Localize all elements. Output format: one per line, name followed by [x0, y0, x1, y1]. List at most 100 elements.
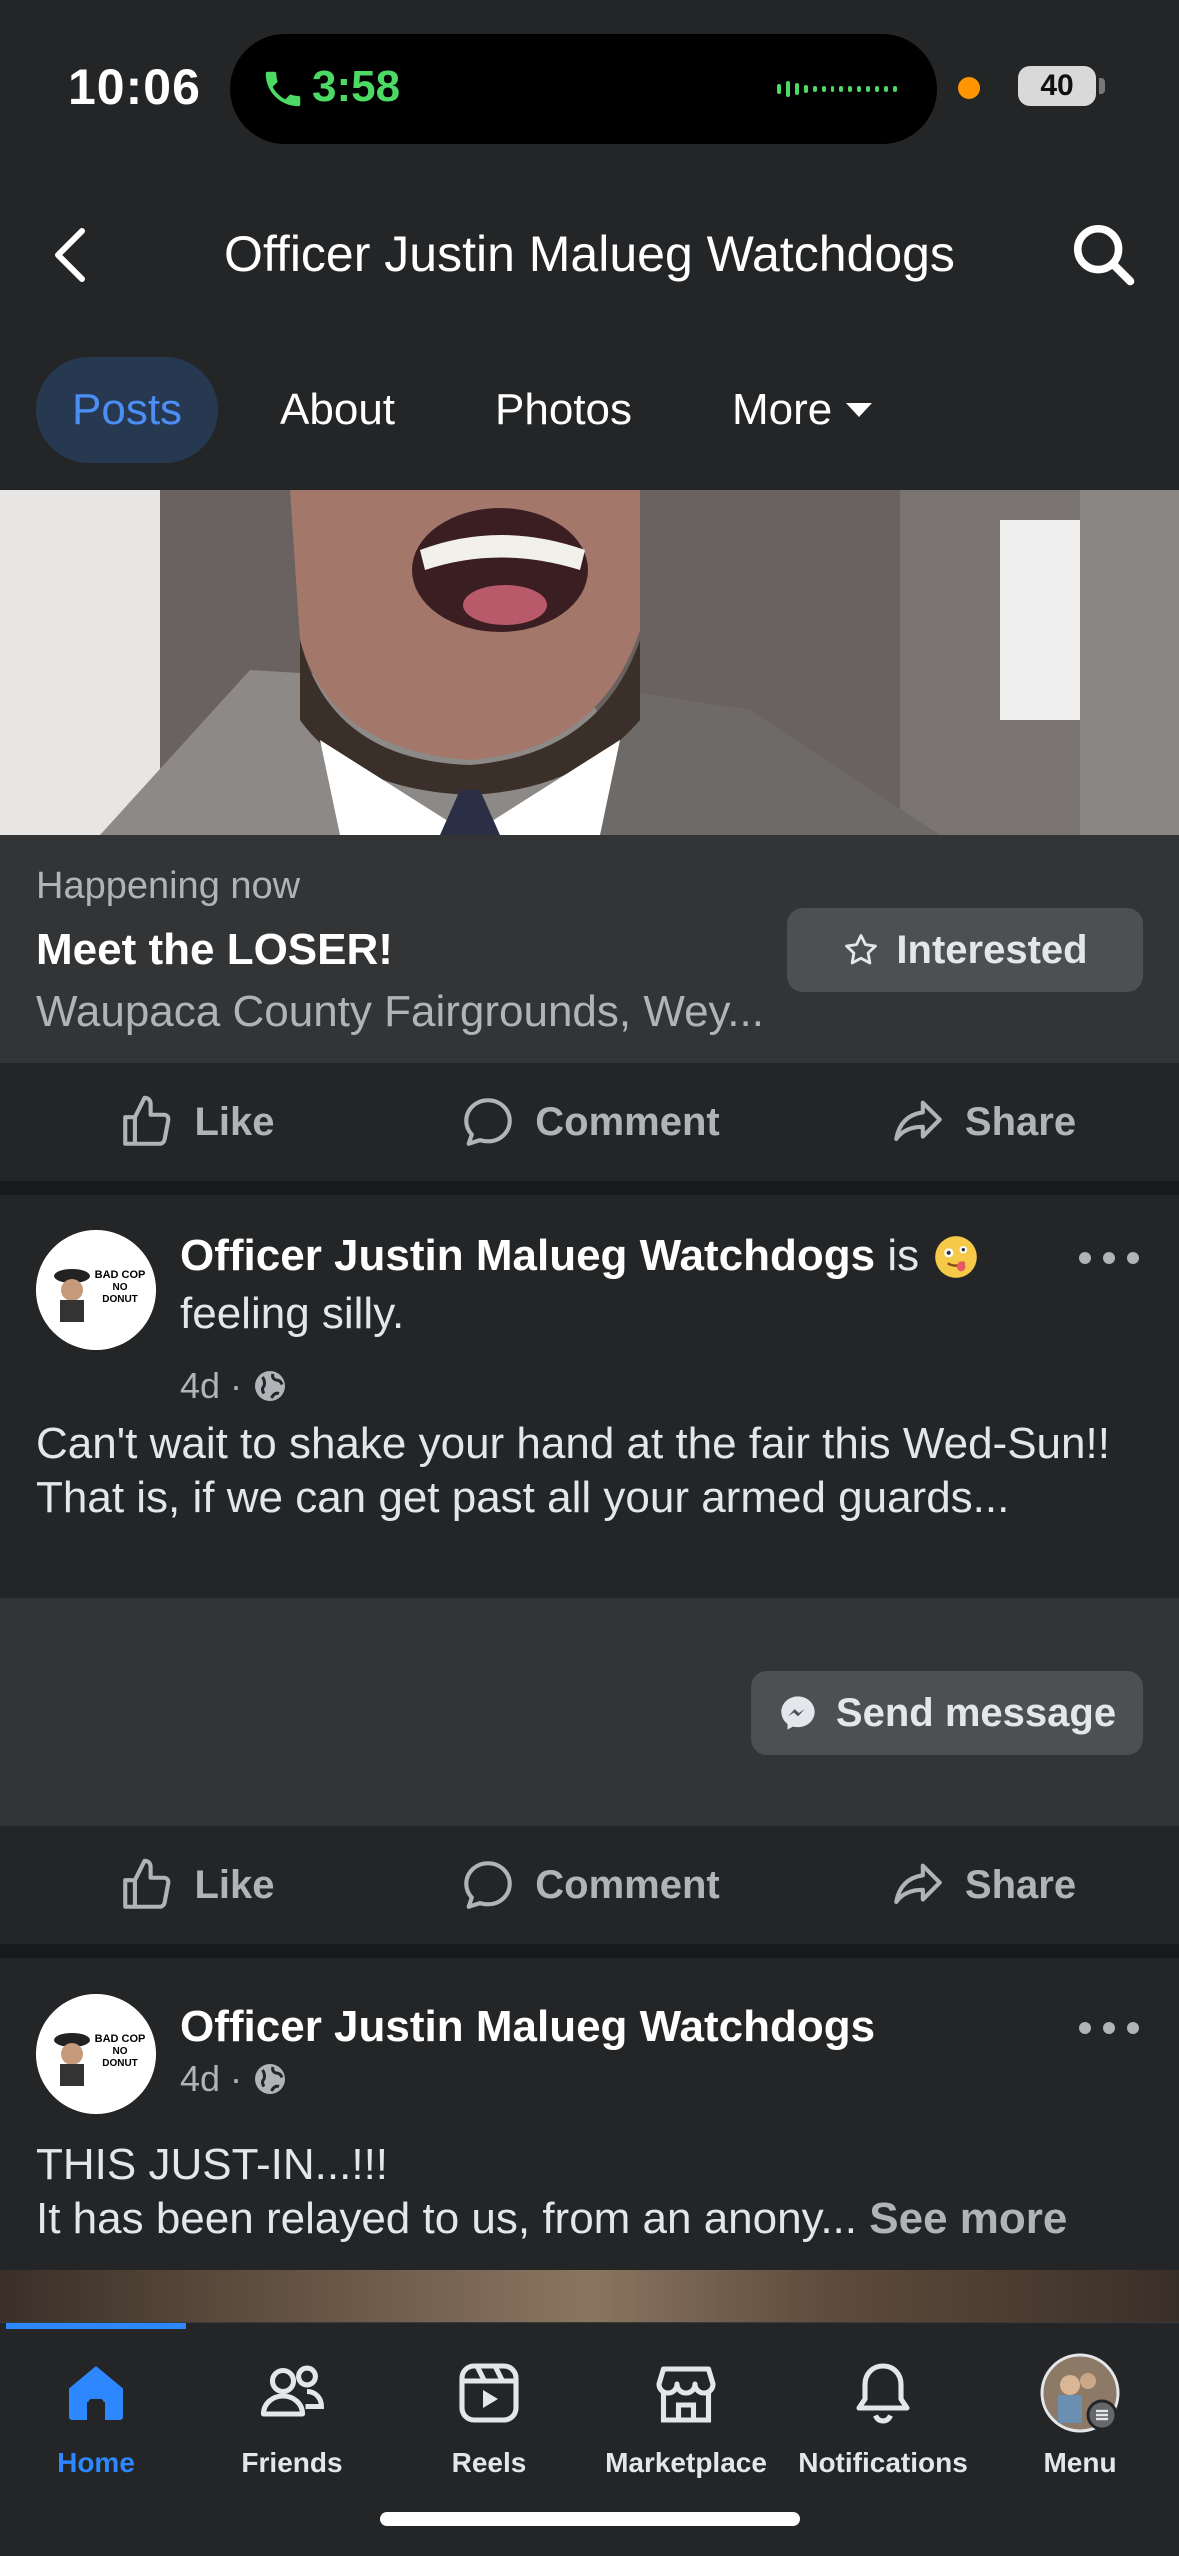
share-button[interactable]: Share [786, 1826, 1179, 1944]
svg-text:NO: NO [113, 2046, 128, 2057]
dynamic-island-call[interactable]: 3:58 [230, 34, 937, 144]
tab-posts[interactable]: Posts [36, 357, 219, 463]
nav-notifications[interactable]: Notifications [785, 2353, 981, 2503]
share-button[interactable]: Share [786, 1063, 1179, 1181]
meta-dot: · [230, 1365, 243, 1406]
post-body-line-2: That is, if we can get past all your arm… [36, 1473, 1010, 1522]
nav-friends[interactable]: Friends [194, 2353, 390, 2503]
dot-icon [1127, 1252, 1139, 1264]
feed-separator [0, 1181, 1179, 1195]
event-card[interactable]: Happening now Meet the LOSER! Waupaca Co… [0, 835, 1179, 1063]
audio-waveform-icon [777, 74, 897, 104]
share-label: Share [964, 1862, 1077, 1907]
nav-label: Menu [1043, 2447, 1117, 2478]
tab-more[interactable]: More [694, 357, 910, 463]
nav-label: Friends [241, 2447, 343, 2478]
dot-icon [1079, 1252, 1091, 1264]
event-location: Waupaca County Fairgrounds, Wey... [36, 987, 764, 1036]
nav-reels[interactable]: Reels [391, 2353, 587, 2503]
tab-photos[interactable]: Photos [457, 357, 670, 463]
page-tabs: Posts About Photos More [36, 357, 934, 463]
caret-down-icon [846, 403, 873, 417]
like-button[interactable]: Like [0, 1063, 393, 1181]
event-action-bar: Like Comment Share [0, 1063, 1179, 1181]
interested-button[interactable]: Interested [787, 908, 1143, 992]
post-meta: 4d · [180, 1365, 288, 1407]
post-age[interactable]: 4d [180, 2058, 220, 2100]
send-message-area: Send message [0, 1598, 1179, 1826]
dot-icon [1127, 2022, 1139, 2034]
post-2-image-preview[interactable] [0, 2270, 1179, 2326]
active-tab-indicator [6, 2323, 186, 2329]
svg-text:BAD COP: BAD COP [95, 1269, 146, 1281]
reels-icon [459, 2363, 519, 2423]
send-message-button[interactable]: Send message [751, 1671, 1143, 1755]
interested-label: Interested [896, 927, 1088, 972]
post-body: Can't wait to shake your hand at the fai… [36, 1417, 1146, 1525]
comment-label: Comment [535, 1862, 720, 1907]
meta-dot: · [230, 2058, 243, 2099]
comment-icon [464, 1098, 513, 1146]
messenger-icon [781, 1696, 815, 1730]
status-time: 10:06 [68, 59, 201, 115]
phone-icon [265, 71, 301, 107]
bell-icon [856, 2363, 910, 2424]
cover-photo-image [0, 490, 1179, 835]
like-button[interactable]: Like [0, 1826, 393, 1944]
nav-label: Notifications [798, 2447, 968, 2478]
event-status: Happening now [36, 865, 301, 907]
post-author-name[interactable]: Officer Justin Malueg Watchdogs [180, 1231, 875, 1280]
privacy-indicator-dot [958, 77, 980, 99]
home-indicator-bar[interactable] [380, 2512, 800, 2526]
post-meta: 4d · [180, 2058, 288, 2100]
post-options-button[interactable] [1079, 2013, 1139, 2043]
comment-button[interactable]: Comment [393, 1826, 786, 1944]
comment-icon [464, 1861, 513, 1909]
svg-text:BAD COP: BAD COP [95, 2033, 146, 2045]
svg-text:NO: NO [113, 1282, 128, 1293]
like-label: Like [194, 1862, 275, 1907]
tab-more-label: More [732, 385, 833, 434]
post-body-line-1: Can't wait to shake your hand at the fai… [36, 1419, 1110, 1468]
dot-icon [1079, 2022, 1091, 2034]
page-title: Officer Justin Malueg Watchdogs [224, 226, 955, 282]
star-icon [845, 934, 878, 965]
battery-tip [1099, 78, 1105, 94]
nav-label: Home [57, 2447, 135, 2478]
post-author-name[interactable]: Officer Justin Malueg Watchdogs [180, 2002, 875, 2051]
send-message-label: Send message [835, 1690, 1117, 1735]
nav-marketplace[interactable]: Marketplace [588, 2353, 784, 2503]
svg-text:DONUT: DONUT [102, 2058, 138, 2069]
event-title[interactable]: Meet the LOSER! [36, 925, 393, 975]
event-cover-photo[interactable] [0, 490, 1179, 835]
dot-icon [1103, 1252, 1115, 1264]
page-avatar[interactable]: BAD COP NO DONUT [36, 1994, 156, 2114]
like-label: Like [194, 1099, 275, 1144]
share-icon [894, 1100, 942, 1141]
call-timer: 3:58 [312, 62, 401, 111]
post-age[interactable]: 4d [180, 1365, 220, 1407]
search-button[interactable] [1069, 220, 1139, 290]
thumbs-up-icon [123, 1095, 171, 1146]
status-bar: 10:06 3:58 40 [0, 0, 1179, 175]
nav-menu[interactable]: Menu [982, 2353, 1178, 2503]
share-icon [894, 1863, 942, 1904]
see-more-link[interactable]: See more [869, 2194, 1067, 2243]
dot-icon [1103, 2022, 1115, 2034]
search-icon [1073, 224, 1135, 286]
nav-home[interactable]: Home [0, 2353, 194, 2503]
comment-button[interactable]: Comment [393, 1063, 786, 1181]
post-options-button[interactable] [1079, 1243, 1139, 1273]
page-header: Officer Justin Malueg Watchdogs [0, 175, 1179, 335]
tab-about[interactable]: About [242, 357, 433, 463]
post-body-line-2-wrap: It has been relayed to us, from an anony… [36, 2192, 1146, 2246]
bad-cop-logo: BAD COP NO DONUT [36, 1230, 156, 1350]
marketplace-icon [656, 2366, 716, 2423]
globe-icon [255, 1371, 286, 1401]
home-icon [69, 2366, 123, 2420]
bad-cop-logo: BAD COP NO DONUT [36, 1994, 156, 2114]
page-avatar[interactable]: BAD COP NO DONUT [36, 1230, 156, 1350]
svg-text:DONUT: DONUT [102, 1294, 138, 1305]
feeling-text: feeling silly. [180, 1289, 405, 1338]
thumbs-up-icon [123, 1858, 171, 1909]
